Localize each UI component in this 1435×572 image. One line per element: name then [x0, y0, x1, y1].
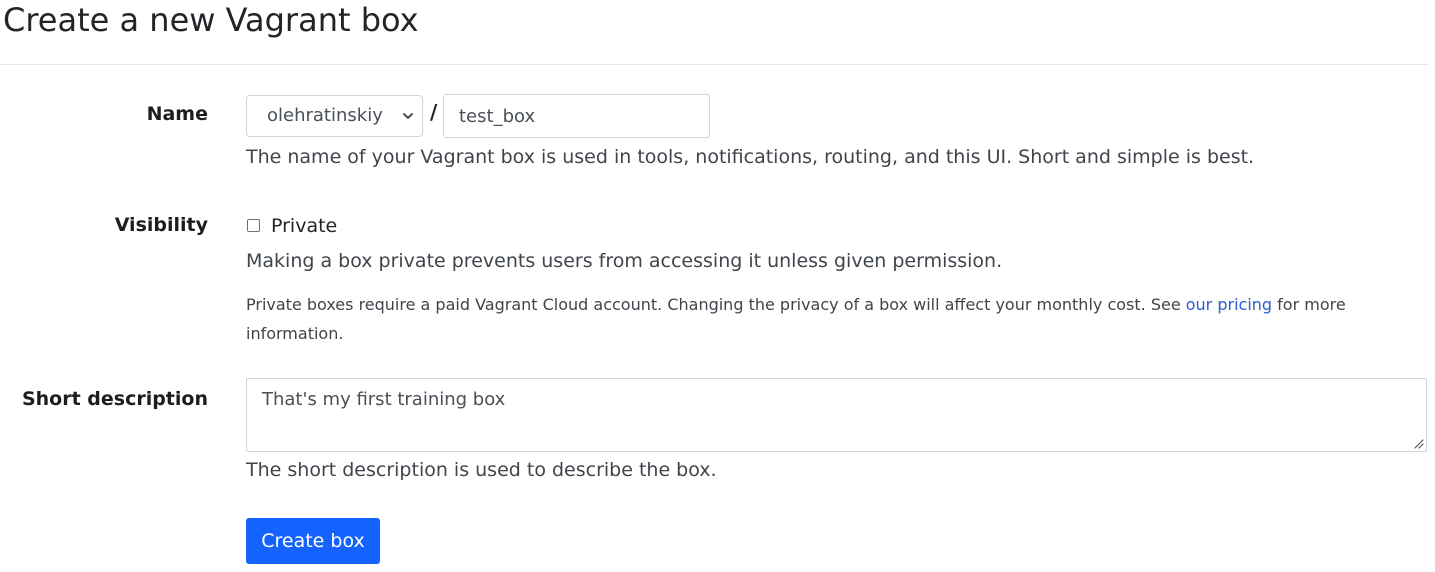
create-box-button[interactable]: Create box [246, 518, 380, 564]
name-separator: / [430, 100, 438, 124]
visibility-label: Visibility [114, 214, 208, 236]
private-checkbox[interactable] [247, 219, 260, 232]
our-pricing-link[interactable]: our pricing [1186, 295, 1272, 314]
short-description-label: Short description [21, 388, 208, 410]
short-description-textarea[interactable]: That's my first training box [246, 378, 1427, 452]
box-name-input[interactable] [443, 94, 710, 138]
page-title: Create a new Vagrant box [3, 1, 419, 39]
name-help-text: The name of your Vagrant box is used in … [246, 146, 1255, 168]
private-checkbox-label[interactable]: Private [271, 215, 337, 237]
owner-select-value: olehratinskiy [267, 105, 383, 126]
short-description-help-text: The short description is used to describ… [246, 459, 717, 481]
chevron-down-icon [403, 113, 413, 119]
pricing-note: Private boxes require a paid Vagrant Clo… [246, 290, 1376, 348]
resize-handle-icon[interactable] [1412, 437, 1424, 449]
header-divider [0, 64, 1428, 65]
pricing-note-text-before: Private boxes require a paid Vagrant Clo… [246, 295, 1186, 314]
name-label: Name [146, 103, 208, 125]
visibility-help-text: Making a box private prevents users from… [246, 250, 1003, 272]
owner-select[interactable]: olehratinskiy [246, 95, 423, 137]
